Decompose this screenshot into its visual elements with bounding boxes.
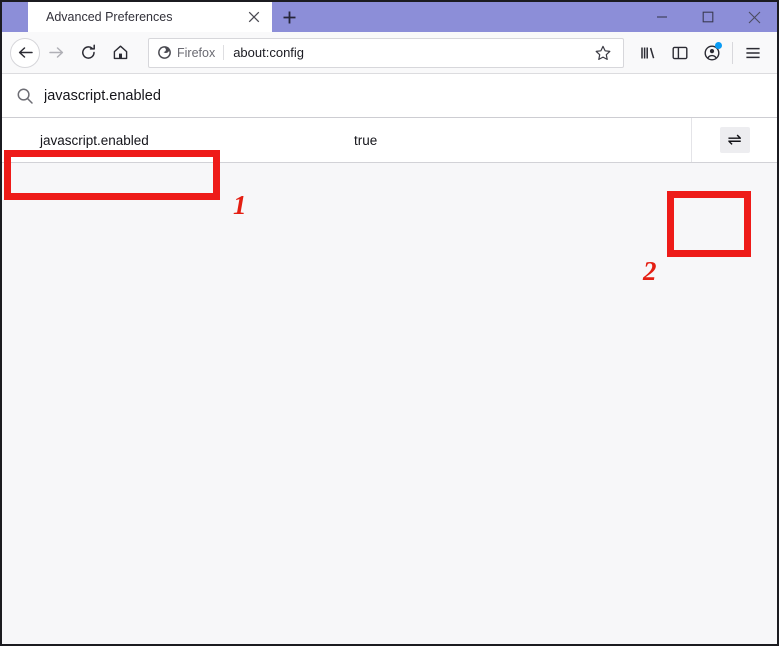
account-notification-dot [715, 41, 722, 49]
hamburger-menu-icon[interactable] [737, 37, 769, 69]
navigation-toolbar: Firefox about:config [2, 32, 777, 74]
url-bar[interactable]: Firefox about:config [148, 37, 624, 68]
toolbar-separator [732, 41, 733, 64]
toggle-button[interactable]: ⇌ [719, 127, 750, 153]
identity-label: Firefox [177, 45, 216, 60]
library-icon[interactable] [632, 37, 664, 69]
star-icon[interactable] [591, 41, 615, 65]
back-arrow-icon[interactable] [10, 37, 40, 68]
search-input[interactable] [44, 74, 777, 117]
url-text[interactable]: about:config [224, 45, 591, 60]
minimize-icon[interactable] [639, 2, 685, 32]
annotation-number-2: 2 [643, 256, 657, 286]
close-icon[interactable] [244, 7, 264, 27]
forward-arrow-icon[interactable] [40, 37, 72, 69]
preference-name: javascript.enabled [40, 132, 149, 148]
window-controls [639, 2, 777, 32]
annotation-number-1: 1 [233, 190, 247, 220]
plus-icon [283, 11, 295, 23]
tab-title: Advanced Preferences [46, 10, 173, 24]
new-tab-button[interactable] [272, 2, 306, 32]
annotation-box-2 [667, 191, 751, 257]
browser-tab-active[interactable]: Advanced Preferences [28, 2, 272, 32]
table-row[interactable]: javascript.enabled true ⇌ [2, 118, 777, 163]
maximize-icon[interactable] [685, 2, 731, 32]
identity-box[interactable]: Firefox [157, 45, 225, 60]
home-icon[interactable] [104, 37, 136, 69]
preference-value: true [354, 132, 378, 148]
browser-window: Advanced Preferences Firefox about:confi… [0, 0, 779, 646]
firefox-logo-icon [158, 46, 171, 59]
account-icon[interactable] [696, 37, 728, 69]
search-icon [16, 87, 34, 105]
preference-actions: ⇌ [691, 118, 777, 162]
preference-search-row [2, 74, 777, 118]
reload-icon[interactable] [72, 37, 104, 69]
tab-strip-padding [2, 2, 28, 32]
tab-bar: Advanced Preferences [2, 2, 777, 32]
about-config-page: javascript.enabled true ⇌ 1 2 [2, 74, 777, 644]
window-close-icon[interactable] [731, 2, 777, 32]
sidebar-icon[interactable] [664, 37, 696, 69]
